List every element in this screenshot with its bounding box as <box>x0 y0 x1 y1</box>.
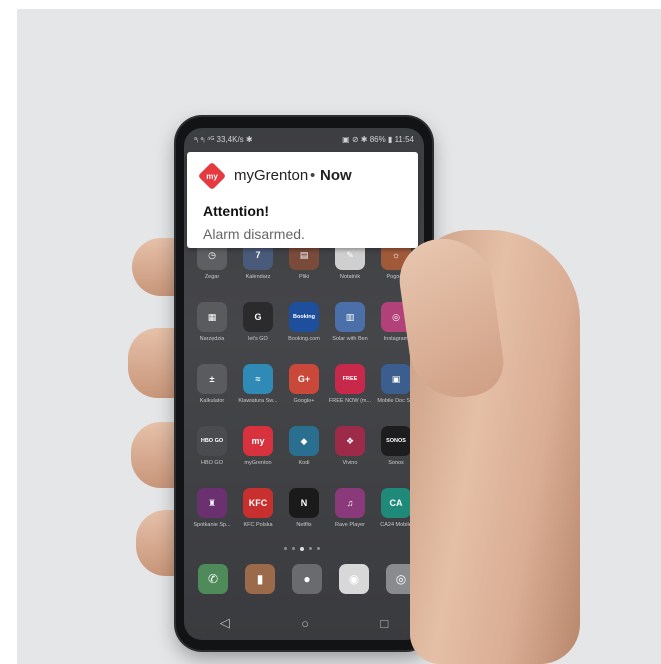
app-label: let's GO <box>248 336 268 342</box>
recent-apps-icon[interactable]: □ <box>380 616 388 631</box>
dock-contacts-icon[interactable]: ▮ <box>245 564 275 594</box>
app-label: Vivino <box>342 460 358 466</box>
app-label: Zegar <box>204 274 220 280</box>
app-glyph-icon: ♫ <box>335 488 365 518</box>
app-glyph-icon: N <box>289 488 319 518</box>
app-label: KFC Polska <box>243 522 273 528</box>
app-icon-rave-player[interactable]: ♫ Rave Player <box>326 488 374 528</box>
app-glyph-icon: my <box>243 426 273 456</box>
notification-card[interactable]: my myGrenton • Now Attention! Alarm disa… <box>187 152 418 248</box>
app-icon-klawiatura-sw[interactable]: ≈ Klawiatura Sw... <box>234 364 282 404</box>
app-glyph-icon: ❖ <box>335 426 365 456</box>
page-dot <box>292 547 295 550</box>
app-label: Pliki <box>298 274 310 280</box>
app-icon-kfc-polska[interactable]: KFC KFC Polska <box>234 488 282 528</box>
app-glyph-icon: ◆ <box>289 426 319 456</box>
dock-messages-icon[interactable]: ● <box>292 564 322 594</box>
app-icon-free-now-m[interactable]: FREE FREE NOW (m... <box>326 364 374 404</box>
app-label: HBO GO <box>200 460 223 466</box>
app-glyph-icon: ≈ <box>243 364 273 394</box>
app-glyph-icon: ♜ <box>197 488 227 518</box>
app-label: Booking.com <box>288 336 320 342</box>
app-glyph-icon: KFC <box>243 488 273 518</box>
notification-separator: • <box>310 167 316 184</box>
app-label: Solar with Ben <box>332 336 368 342</box>
notification-body: Alarm disarmed. <box>203 226 305 242</box>
app-glyph-icon: ▦ <box>197 302 227 332</box>
home-icon[interactable]: ○ <box>301 616 309 631</box>
app-icon-hbo-go[interactable]: HBO GO HBO GO <box>188 426 236 466</box>
notification-app-name: myGrenton <box>234 167 309 184</box>
app-label: Narzędzia <box>199 336 225 342</box>
app-label: Kalkulator <box>199 398 225 404</box>
app-glyph-icon: HBO GO <box>197 426 227 456</box>
app-label: Notatnik <box>339 274 361 280</box>
page-indicator <box>284 547 320 551</box>
page-dot <box>317 547 320 550</box>
app-icon-let-s-go[interactable]: Glet's GO <box>234 302 282 342</box>
app-label: Netflix <box>296 522 312 528</box>
app-label: Kalendarz <box>245 274 271 280</box>
page-dot-active <box>300 547 304 551</box>
app-glyph-icon: G+ <box>289 364 319 394</box>
app-icon-vivino[interactable]: ❖ Vivino <box>326 426 374 466</box>
app-glyph-icon: Booking <box>289 302 319 332</box>
notification-time: Now <box>320 167 352 184</box>
app-icon-spotkanie-sp[interactable]: ♜ Spotkanie Sp... <box>188 488 236 528</box>
navigation-bar: ◁ ○ □ <box>184 606 424 640</box>
app-glyph-icon: CA <box>381 488 411 518</box>
app-label: myGrenton <box>244 460 272 466</box>
app-icon-kalkulator[interactable]: ± Kalkulator <box>188 364 236 404</box>
status-right: ▣ ⊘ ✱ 86% ▮ 11:54 <box>342 134 414 144</box>
app-glyph-icon: ▣ <box>381 364 411 394</box>
app-icon-google[interactable]: G+ Google+ <box>280 364 328 404</box>
app-label: Klawiatura Sw... <box>238 398 278 404</box>
app-label: Rave Player <box>335 522 365 528</box>
app-label: Kodi <box>298 460 310 466</box>
app-glyph-icon: ▥ <box>335 302 365 332</box>
app-icon-booking-com[interactable]: Booking Booking.com <box>280 302 328 342</box>
back-icon[interactable]: ◁ <box>220 615 230 631</box>
page-dot <box>284 547 287 550</box>
mygrenton-logo-icon: my <box>197 161 227 191</box>
app-icon-netflix[interactable]: N Netflix <box>280 488 328 528</box>
dock-phone-icon[interactable]: ✆ <box>198 564 228 594</box>
app-icon-solar-with-ben[interactable]: ▥ Solar with Ben <box>326 302 374 342</box>
app-glyph-icon: FREE <box>335 364 365 394</box>
status-left: ᵃᵢ ᵃᵢ ⁴ᴳ 33,4K/s ✱ <box>194 134 253 144</box>
app-label: Spotkanie Sp... <box>193 522 231 528</box>
app-glyph-icon: G <box>243 302 273 332</box>
app-icon-kodi[interactable]: ◆ Kodi <box>280 426 328 466</box>
app-icon-narz-dzia[interactable]: ▦ Narzędzia <box>188 302 236 342</box>
app-label: FREE NOW (m... <box>328 398 372 404</box>
app-glyph-icon: SONOS <box>381 426 411 456</box>
app-icon-mygrenton[interactable]: my myGrenton <box>234 426 282 466</box>
page-dot <box>309 547 312 550</box>
app-glyph-icon: ± <box>197 364 227 394</box>
status-bar: ᵃᵢ ᵃᵢ ⁴ᴳ 33,4K/s ✱ ▣ ⊘ ✱ 86% ▮ 11:54 <box>184 128 424 150</box>
dock-chrome-icon[interactable]: ◉ <box>339 564 369 594</box>
notification-title: Attention! <box>203 203 270 219</box>
app-label: Google+ <box>293 398 315 404</box>
